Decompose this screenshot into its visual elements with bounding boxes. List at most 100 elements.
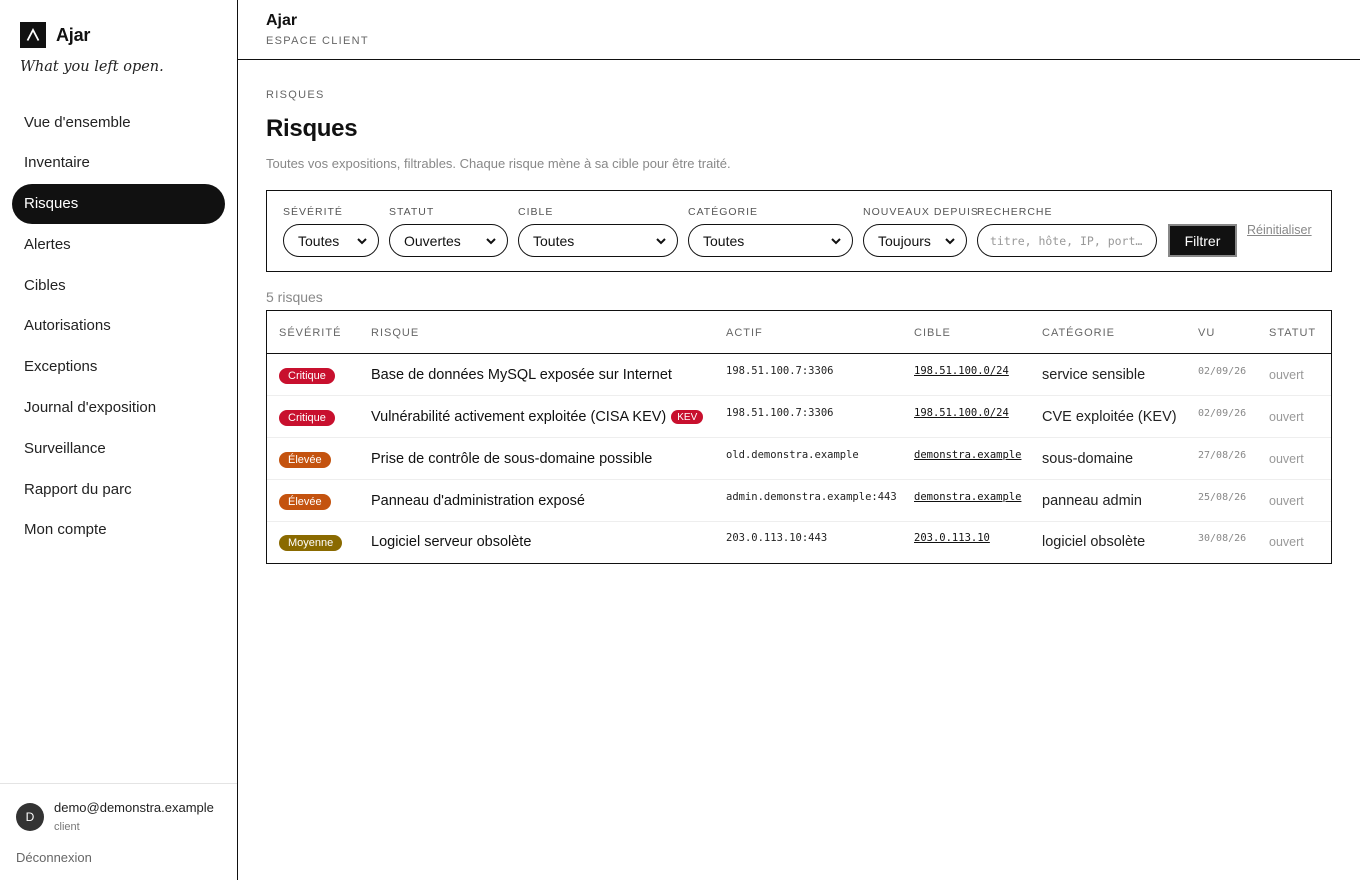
target-link[interactable]: demonstra.example [914,491,1021,503]
target-select[interactable]: Toutes [518,224,678,257]
column-header-category[interactable]: CATÉGORIE [1042,327,1115,339]
page-title: Risques [266,115,358,142]
target-link[interactable]: 198.51.100.0/24 [914,407,1009,419]
sidebar-item-rapport-parc[interactable]: Rapport du parc [12,469,225,509]
severity-badge: Critique [279,410,335,426]
header-subtitle: ESPACE CLIENT [266,35,369,47]
brand-name: Ajar [56,24,91,45]
category-value: CVE exploitée (KEV) [1042,409,1177,425]
severity-badge: Élevée [279,494,331,510]
table-header: SÉVÉRITÉ RISQUE ACTIF CIBLE CATÉGORIE VU… [267,311,1331,354]
sidebar-item-surveillance[interactable]: Surveillance [12,428,225,468]
risk-title-link[interactable]: Vulnérabilité activement exploitée (CISA… [371,409,704,425]
sidebar-item-cibles[interactable]: Cibles [12,265,225,305]
table-row[interactable]: Élevée Prise de contrôle de sous-domaine… [267,438,1331,480]
sidebar-item-inventaire[interactable]: Inventaire [12,143,225,183]
target-filter: CIBLE Toutes [518,206,678,257]
table-row[interactable]: Critique Vulnérabilité activement exploi… [267,396,1331,438]
sidebar-item-risques[interactable]: Risques [12,183,225,224]
column-header-seen[interactable]: VU [1198,327,1215,339]
target-link[interactable]: 203.0.113.10 [914,532,990,544]
since-filter-label: NOUVEAUX DEPUIS [863,206,979,218]
reset-link[interactable]: Réinitialiser [1247,223,1312,237]
category-value: logiciel obsolète [1042,534,1146,550]
severity-select-value: Toutes [298,232,340,249]
severity-select[interactable]: Toutes [283,224,379,257]
sidebar-item-alertes[interactable]: Alertes [12,224,225,264]
asset-value: 203.0.113.10:443 [726,532,828,544]
asset-value: old.demonstra.example [726,449,859,461]
filters-panel: SÉVÉRITÉ Toutes STATUT Ouvertes CIBLE To… [266,190,1332,272]
chevron-down-icon [357,237,367,244]
since-select[interactable]: Toujours [863,224,967,257]
asset-value: admin.demonstra.example:443 [726,491,897,503]
severity-filter-label: SÉVÉRITÉ [283,206,343,218]
category-select[interactable]: Toutes [688,224,853,257]
risk-title-link[interactable]: Base de données MySQL exposée sur Intern… [371,367,672,383]
risk-title-link[interactable]: Panneau d'administration exposé [371,493,585,509]
status-value: ouvert [1269,368,1304,382]
seen-date: 30/08/26 [1198,533,1247,544]
category-select-value: Toutes [703,232,745,249]
brand-tagline: What you left open. [20,59,164,75]
seen-date: 27/08/26 [1198,450,1247,461]
risks-table: SÉVÉRITÉ RISQUE ACTIF CIBLE CATÉGORIE VU… [266,310,1332,564]
target-filter-label: CIBLE [518,206,554,218]
user-email: demo@demonstra.example [54,800,214,815]
status-value: ouvert [1269,410,1304,424]
asset-value: 198.51.100.7:3306 [726,365,834,377]
risk-title: Panneau d'administration exposé [371,493,585,509]
chevron-down-icon [656,237,666,244]
category-value: sous-domaine [1042,451,1134,467]
target-link[interactable]: demonstra.example [914,449,1021,461]
header-title: Ajar [266,12,298,29]
search-filter: RECHERCHE titre, hôte, IP, port… [977,206,1157,257]
seen-date: 25/08/26 [1198,492,1247,503]
asset-value: 198.51.100.7:3306 [726,407,834,419]
status-filter-label: STATUT [389,206,435,218]
sidebar-item-vue-ensemble[interactable]: Vue d'ensemble [12,102,225,142]
logout-link[interactable]: Déconnexion [16,850,92,865]
table-row[interactable]: Critique Base de données MySQL exposée s… [267,354,1331,396]
severity-badge: Élevée [279,452,331,468]
user-panel: D demo@demonstra.example client Déconnex… [0,783,237,880]
sidebar-item-exceptions[interactable]: Exceptions [12,347,225,387]
risk-title-link[interactable]: Prise de contrôle de sous-domaine possib… [371,451,652,467]
user-role: client [54,821,80,833]
sidebar-item-autorisations[interactable]: Autorisations [12,306,225,346]
search-input[interactable]: titre, hôte, IP, port… [977,224,1157,257]
table-row[interactable]: Élevée Panneau d'administration exposé a… [267,480,1331,522]
sidebar-nav: Vue d'ensemble Inventaire Risques Alerte… [12,102,225,551]
column-header-status[interactable]: STATUT [1269,327,1316,339]
brand[interactable]: Ajar [20,22,90,48]
results-count: 5 risques [266,289,323,305]
risk-title: Base de données MySQL exposée sur Intern… [371,367,672,383]
column-header-asset[interactable]: ACTIF [726,327,763,339]
status-filter: STATUT Ouvertes [389,206,508,257]
table-row[interactable]: Moyenne Logiciel serveur obsolète 203.0.… [267,521,1331,563]
risk-title-link[interactable]: Logiciel serveur obsolète [371,534,531,550]
severity-badge: Critique [279,368,335,384]
status-select[interactable]: Ouvertes [389,224,508,257]
column-header-risk[interactable]: RISQUE [371,327,419,339]
target-link[interactable]: 198.51.100.0/24 [914,365,1009,377]
status-select-value: Ouvertes [404,232,461,249]
risk-title: Prise de contrôle de sous-domaine possib… [371,451,653,467]
seen-date: 02/09/26 [1198,366,1247,377]
top-header: Ajar ESPACE CLIENT [238,0,1360,60]
search-filter-label: RECHERCHE [977,206,1053,218]
sidebar-item-journal-exposition[interactable]: Journal d'exposition [12,388,225,428]
ajar-logo-icon [20,22,46,48]
sidebar: Ajar What you left open. Vue d'ensemble … [0,0,238,880]
filter-button[interactable]: Filtrer [1168,224,1237,257]
sidebar-item-mon-compte[interactable]: Mon compte [12,510,225,550]
category-value: panneau admin [1042,493,1142,509]
chevron-down-icon [486,237,496,244]
category-filter: CATÉGORIE Toutes [688,206,853,257]
since-filter: NOUVEAUX DEPUIS Toujours [863,206,979,257]
column-header-severity[interactable]: SÉVÉRITÉ [279,327,341,339]
chevron-down-icon [945,237,955,244]
page-description: Toutes vos expositions, filtrables. Chaq… [266,156,731,171]
column-header-target[interactable]: CIBLE [914,327,951,339]
severity-filter: SÉVÉRITÉ Toutes [283,206,379,257]
